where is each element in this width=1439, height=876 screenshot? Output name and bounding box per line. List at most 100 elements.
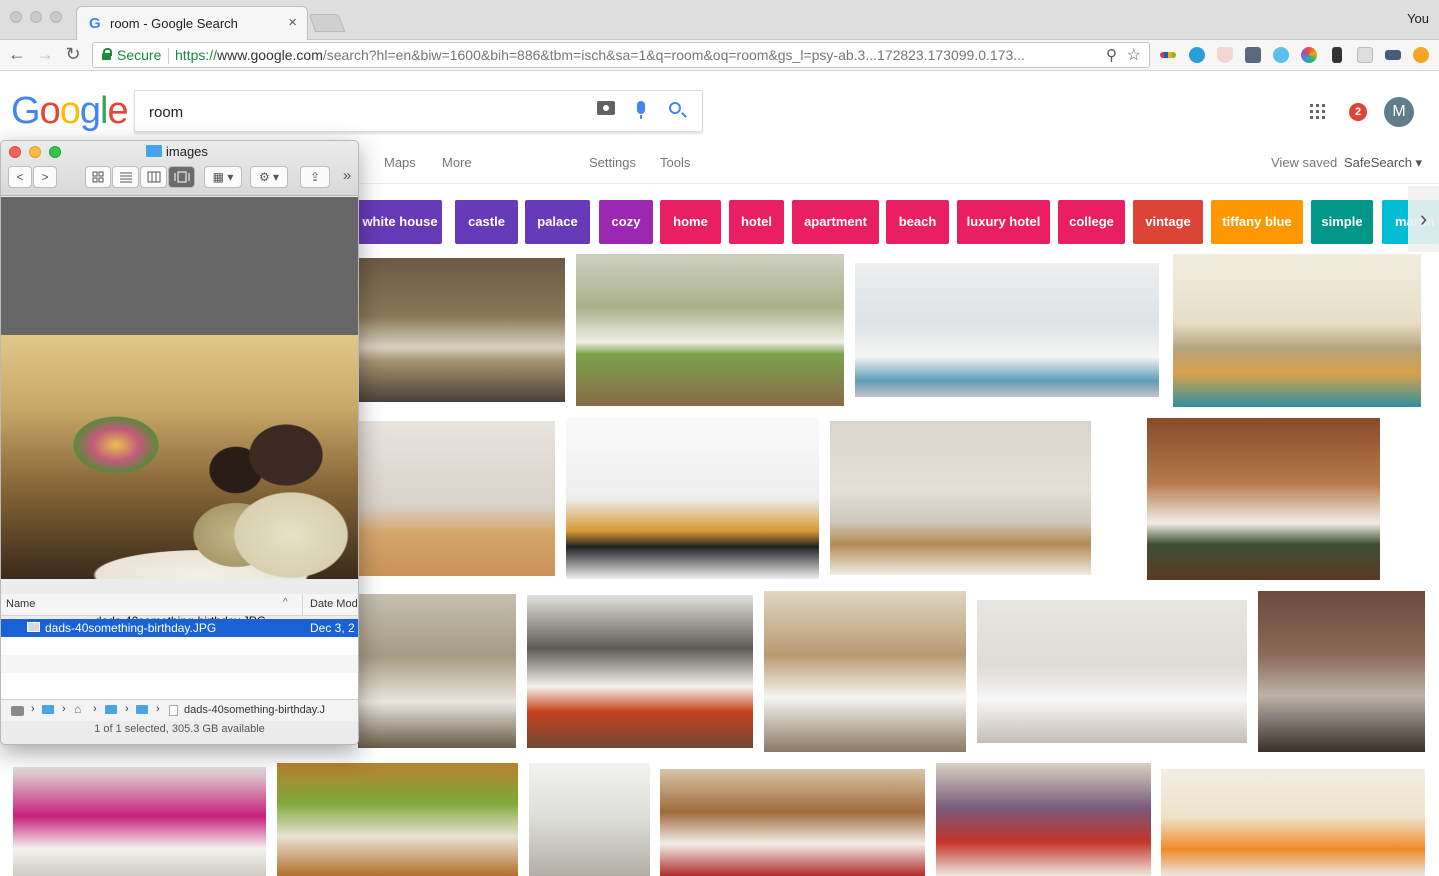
chip-college[interactable]: college xyxy=(1058,200,1125,244)
file-icon[interactable] xyxy=(169,705,178,716)
apps-grid-icon[interactable] xyxy=(1310,104,1325,119)
path-separator-icon: › xyxy=(156,703,160,715)
search-input[interactable]: room xyxy=(134,90,703,132)
image-result[interactable] xyxy=(936,763,1151,876)
cover-flow-icon[interactable] xyxy=(168,166,195,188)
chip-home[interactable]: home xyxy=(660,200,721,244)
image-result[interactable] xyxy=(576,254,844,406)
chip-apartment[interactable]: apartment xyxy=(792,200,879,244)
search-icon[interactable] xyxy=(669,102,681,114)
forward-icon[interactable]: → xyxy=(34,44,56,65)
chip-luxury-hotel[interactable]: luxury hotel xyxy=(957,200,1050,244)
url-text[interactable]: https://www.google.com/search?hl=en&biw=… xyxy=(175,47,1095,63)
sort-arrow-icon[interactable]: ^ xyxy=(283,597,288,608)
search-query[interactable]: room xyxy=(149,104,183,121)
notifications-badge[interactable]: 2 xyxy=(1349,103,1367,121)
column-view-icon[interactable] xyxy=(140,166,167,188)
image-result[interactable] xyxy=(358,258,565,402)
browser-tab[interactable]: G room - Google Search × xyxy=(76,6,308,40)
circle-icon[interactable] xyxy=(1189,47,1205,63)
chip-castle[interactable]: castle xyxy=(455,200,518,244)
chip-white-house[interactable]: white house xyxy=(358,200,442,244)
new-tab-button[interactable] xyxy=(308,14,346,32)
ebay-icon[interactable] xyxy=(1160,52,1176,58)
image-result[interactable] xyxy=(277,763,518,876)
alert-icon[interactable] xyxy=(1413,47,1429,63)
camera-icon[interactable] xyxy=(597,101,615,115)
chip-tiffany-blue[interactable]: tiffany blue xyxy=(1211,200,1303,244)
chip-vintage[interactable]: vintage xyxy=(1133,200,1203,244)
image-result[interactable] xyxy=(764,591,966,752)
zoom-icon[interactable]: ⚲ xyxy=(1106,46,1117,64)
image-result[interactable] xyxy=(1147,418,1380,580)
path-file-name[interactable]: dads-40something-birthday.J xyxy=(184,704,325,716)
image-result[interactable] xyxy=(660,769,925,876)
microphone-icon[interactable] xyxy=(637,101,645,119)
finder-window: images < > ▦ ▾ ⚙ ▾ ⇪ » dads-40something-… xyxy=(0,140,359,745)
finder-zoom-button[interactable] xyxy=(49,146,61,158)
bird-icon[interactable] xyxy=(1273,47,1289,63)
tab-close-icon[interactable]: × xyxy=(288,14,297,31)
image-result[interactable] xyxy=(358,594,516,748)
tab-maps[interactable]: Maps xyxy=(384,155,416,170)
finder-back-button[interactable]: < xyxy=(8,166,32,188)
profile-label[interactable]: You xyxy=(1407,11,1429,26)
folder-icon[interactable] xyxy=(105,705,117,714)
chevron-right-icon[interactable]: › xyxy=(1408,186,1439,252)
shield-icon[interactable] xyxy=(1217,47,1233,63)
chip-beach[interactable]: beach xyxy=(886,200,949,244)
folder-icon[interactable] xyxy=(136,705,148,714)
image-result[interactable] xyxy=(977,600,1247,743)
google-logo[interactable]: Google xyxy=(11,90,129,133)
image-result[interactable] xyxy=(1258,591,1425,752)
settings-link[interactable]: Settings xyxy=(589,155,636,170)
chip-cozy[interactable]: cozy xyxy=(599,200,653,244)
doc-icon[interactable] xyxy=(1357,47,1373,63)
icon-view-icon[interactable] xyxy=(85,166,111,188)
image-result[interactable] xyxy=(529,763,650,876)
zoom-window-button[interactable] xyxy=(50,11,62,23)
toolbar-overflow-icon[interactable]: » xyxy=(337,166,357,188)
action-gear-dropdown[interactable]: ⚙ ▾ xyxy=(250,166,288,188)
image-result[interactable] xyxy=(830,421,1091,575)
grid-icon[interactable] xyxy=(1245,47,1261,63)
image-result[interactable] xyxy=(855,263,1159,397)
view-saved-link[interactable]: View saved xyxy=(1271,155,1337,170)
folder-icon[interactable] xyxy=(42,705,54,714)
image-result[interactable] xyxy=(527,595,753,748)
bar-icon[interactable] xyxy=(1385,50,1401,60)
column-header-name[interactable]: Name xyxy=(6,598,35,610)
chip-simple[interactable]: simple xyxy=(1311,200,1373,244)
avatar[interactable]: M xyxy=(1384,97,1414,127)
finder-forward-button[interactable]: > xyxy=(33,166,57,188)
back-icon[interactable]: ← xyxy=(6,44,28,65)
close-window-button[interactable] xyxy=(10,11,22,23)
finder-close-button[interactable] xyxy=(9,146,21,158)
tab-more[interactable]: More xyxy=(442,155,472,170)
group-dropdown[interactable]: ▦ ▾ xyxy=(204,166,242,188)
image-result[interactable] xyxy=(13,767,266,876)
minimize-window-button[interactable] xyxy=(30,11,42,23)
image-result[interactable] xyxy=(1173,254,1421,407)
image-result[interactable] xyxy=(1161,769,1425,876)
finder-minimize-button[interactable] xyxy=(29,146,41,158)
disk-icon[interactable] xyxy=(11,706,24,716)
pinwheel-icon[interactable] xyxy=(1301,47,1317,63)
image-result[interactable] xyxy=(358,421,555,576)
bookmark-star-icon[interactable]: ☆ xyxy=(1127,45,1141,65)
safesearch-dropdown[interactable]: SafeSearch ▾ xyxy=(1344,155,1422,171)
share-icon[interactable]: ⇪ xyxy=(300,166,330,188)
reload-icon[interactable]: ↻ xyxy=(62,44,84,65)
address-bar[interactable]: Secure https://www.google.com/search?hl=… xyxy=(92,42,1150,68)
image-result[interactable] xyxy=(566,418,819,579)
chip-palace[interactable]: palace xyxy=(525,200,590,244)
chip-hotel[interactable]: hotel xyxy=(729,200,784,244)
tools-link[interactable]: Tools xyxy=(660,155,690,170)
file-name: dads-40something-birthday.JPG xyxy=(45,621,217,635)
home-icon[interactable]: ⌂ xyxy=(74,702,81,716)
file-row-selected[interactable]: dads-40something-birthday.JPG Dec 3, 2 xyxy=(1,619,358,637)
list-view-icon[interactable] xyxy=(112,166,139,188)
column-header-date[interactable]: Date Mod xyxy=(310,598,358,610)
preview-image[interactable] xyxy=(1,335,358,579)
pin-icon[interactable] xyxy=(1332,47,1342,63)
